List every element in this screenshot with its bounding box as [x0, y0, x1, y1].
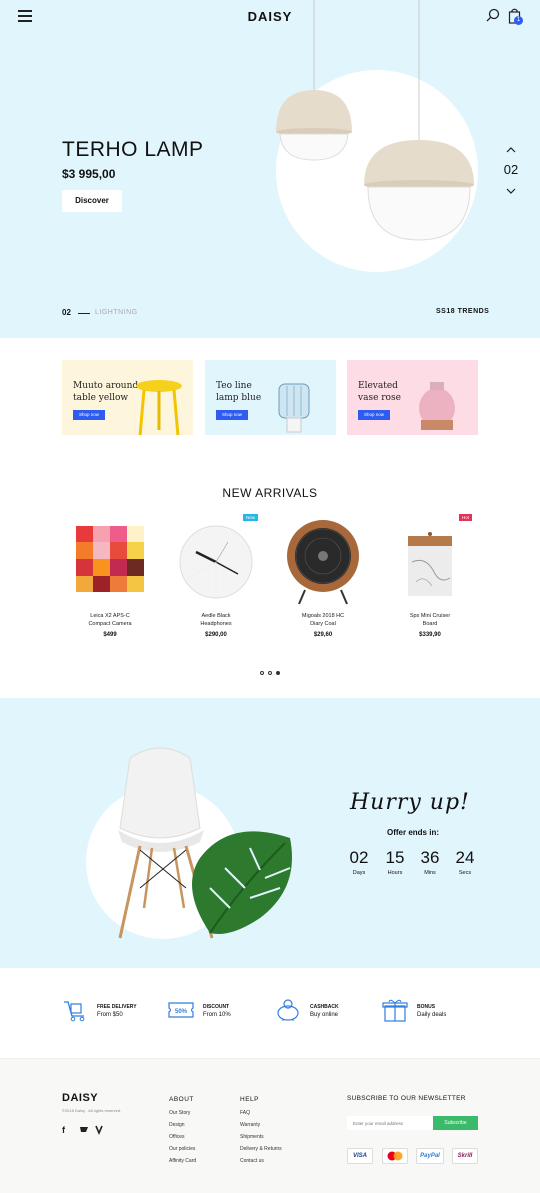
countdown-mins: 36 Mins — [420, 848, 440, 876]
about-heading: ABOUT — [169, 1096, 194, 1103]
promo-card-lamp[interactable]: Teo line lamp blue Shop now — [205, 360, 336, 435]
slide-divider — [78, 313, 90, 314]
product-price: $499 — [103, 632, 117, 638]
shop-now-button[interactable]: Shop now — [358, 410, 390, 420]
product-image-clock[interactable]: New — [168, 512, 264, 608]
hero-price: $3 995,00 — [62, 167, 116, 181]
mastercard-payment-icon — [382, 1148, 408, 1164]
promo-card-vase[interactable]: Elevated vase rose Shop now — [347, 360, 478, 435]
twitter-icon — [80, 1127, 88, 1132]
new-arrivals-title: NEW ARRIVALS — [222, 486, 318, 500]
footer-link[interactable]: Warranty — [240, 1119, 320, 1131]
product-name[interactable]: Migoals 2018 HC Diary Coal — [275, 612, 371, 628]
newsletter-heading: SUBSCRIBE TO OUR NEWSLETTER — [347, 1095, 466, 1102]
site-logo[interactable]: DAISY — [0, 9, 540, 24]
wall-clock-image — [179, 525, 253, 599]
countdown-days: 02 Days — [349, 848, 369, 876]
carousel-dot[interactable] — [260, 671, 264, 675]
footer-link[interactable]: Our Story — [169, 1107, 229, 1119]
carousel-dot-active[interactable] — [276, 671, 280, 675]
footer-about: ABOUT Our Story Design Offices Our polic… — [169, 1096, 229, 1167]
discount-ticket-icon: 50% — [168, 1002, 194, 1018]
pillow-image — [76, 526, 144, 592]
feature-free-delivery: FREE DELIVERY From $50 — [62, 998, 162, 1026]
promo-title: Elevated vase rose — [358, 381, 401, 403]
product-name[interactable]: Leica X2 APS-C Compact Camera — [62, 612, 158, 628]
product-card[interactable]: Leica X2 APS-C Compact Camera $499 — [62, 512, 158, 638]
product-name[interactable]: Sps Mini Cruiser Board — [382, 612, 478, 628]
countdown-secs: 24 Secs — [455, 848, 475, 876]
glass-lamp-image — [278, 383, 310, 433]
footer-link[interactable]: Contact us — [240, 1155, 320, 1167]
visa-payment-icon: VISA — [347, 1148, 373, 1164]
product-price: $339,90 — [419, 632, 441, 638]
promo-card-table[interactable]: Muuto around table yellow Shop now — [62, 360, 193, 435]
feature-cashback: CASHBACK Buy online — [275, 998, 375, 1026]
carousel-dots — [260, 662, 284, 680]
product-name[interactable]: Aedle Black Headphones — [168, 612, 264, 628]
chevron-down-icon[interactable] — [506, 188, 516, 194]
footer-link[interactable]: Offices — [169, 1131, 229, 1143]
delivery-cart-icon — [64, 1001, 85, 1022]
slide-index: 02 — [62, 308, 71, 317]
product-image-fan[interactable] — [275, 512, 371, 608]
fan-image — [287, 520, 359, 605]
feature-bonus: BONUS Daily deals — [382, 998, 482, 1026]
footer-link[interactable]: FAQ — [240, 1107, 320, 1119]
footer-link[interactable]: Affinity Card — [169, 1155, 229, 1167]
footer-link[interactable]: Our policies — [169, 1143, 229, 1155]
gift-box-icon — [382, 999, 408, 1022]
skrill-payment-icon: Skrill — [452, 1148, 478, 1164]
chevron-up-icon[interactable] — [506, 147, 516, 153]
carousel-dot[interactable] — [268, 671, 272, 675]
social-links: f — [62, 1122, 112, 1140]
new-badge: New — [242, 514, 258, 521]
paypal-payment-icon: PayPal — [416, 1148, 444, 1164]
chair-and-plant-image — [118, 747, 292, 939]
subscribe-button[interactable]: Subscribe — [433, 1116, 478, 1130]
product-card[interactable]: Hot Sps Mini Cruiser Board $339,90 — [382, 512, 478, 638]
rose-vase-image — [419, 382, 455, 430]
search-icon[interactable] — [486, 8, 500, 22]
footer-link[interactable]: Design — [169, 1119, 229, 1131]
copyright: ©2018 Daisy . All rights reserved. — [62, 1108, 122, 1113]
product-card[interactable]: New Aedle Black Headphones $290,00 — [168, 512, 264, 638]
shop-now-button[interactable]: Shop now — [73, 410, 105, 420]
hero-title: TERHO LAMP — [62, 138, 204, 161]
yellow-table-image — [136, 380, 182, 435]
piggy-bank-icon — [277, 999, 299, 1021]
slide-number: 02 — [503, 162, 519, 177]
trends-link[interactable]: SS18 TRENDS — [436, 308, 489, 315]
countdown-hours: 15 Hours — [385, 848, 405, 876]
product-image-pillow[interactable] — [62, 512, 158, 608]
shop-now-button[interactable]: Shop now — [216, 410, 248, 420]
svg-text:50%: 50% — [175, 1009, 188, 1015]
facebook-icon: f — [62, 1125, 66, 1135]
marble-box-image — [408, 532, 452, 596]
footer-link[interactable]: Shipments — [240, 1131, 320, 1143]
help-heading: HELP — [240, 1096, 259, 1103]
offer-subtitle: Offer ends in: — [387, 828, 440, 837]
slider-nav: 02 — [500, 140, 522, 199]
product-price: $29,60 — [313, 632, 333, 638]
hot-badge: Hot — [458, 514, 472, 521]
promo-title: Muuto around table yellow — [73, 381, 139, 403]
footer-logo[interactable]: DAISY — [62, 1092, 98, 1104]
product-image-marble[interactable]: Hot — [382, 512, 478, 608]
discover-button[interactable]: Discover — [62, 190, 122, 212]
hurry-headline: Hurry up! — [350, 790, 470, 815]
countdown-section — [0, 698, 540, 968]
product-card[interactable]: Migoals 2018 HC Diary Coal $29,60 — [275, 512, 371, 638]
slide-category[interactable]: LIGHTNING — [95, 309, 138, 316]
promo-title: Teo line lamp blue — [216, 381, 262, 403]
product-price: $290,00 — [205, 632, 227, 638]
cart-count-badge: 1 — [514, 16, 523, 25]
feature-discount: 50% DISCOUNT From 10% — [168, 998, 268, 1026]
footer-help: HELP FAQ Warranty Shipments Delivery & R… — [240, 1096, 320, 1167]
pendant-lamps-image — [276, 0, 474, 241]
footer-link[interactable]: Delivery & Returns — [240, 1143, 320, 1155]
vimeo-icon — [95, 1125, 103, 1136]
newsletter-email-input[interactable] — [347, 1116, 433, 1130]
